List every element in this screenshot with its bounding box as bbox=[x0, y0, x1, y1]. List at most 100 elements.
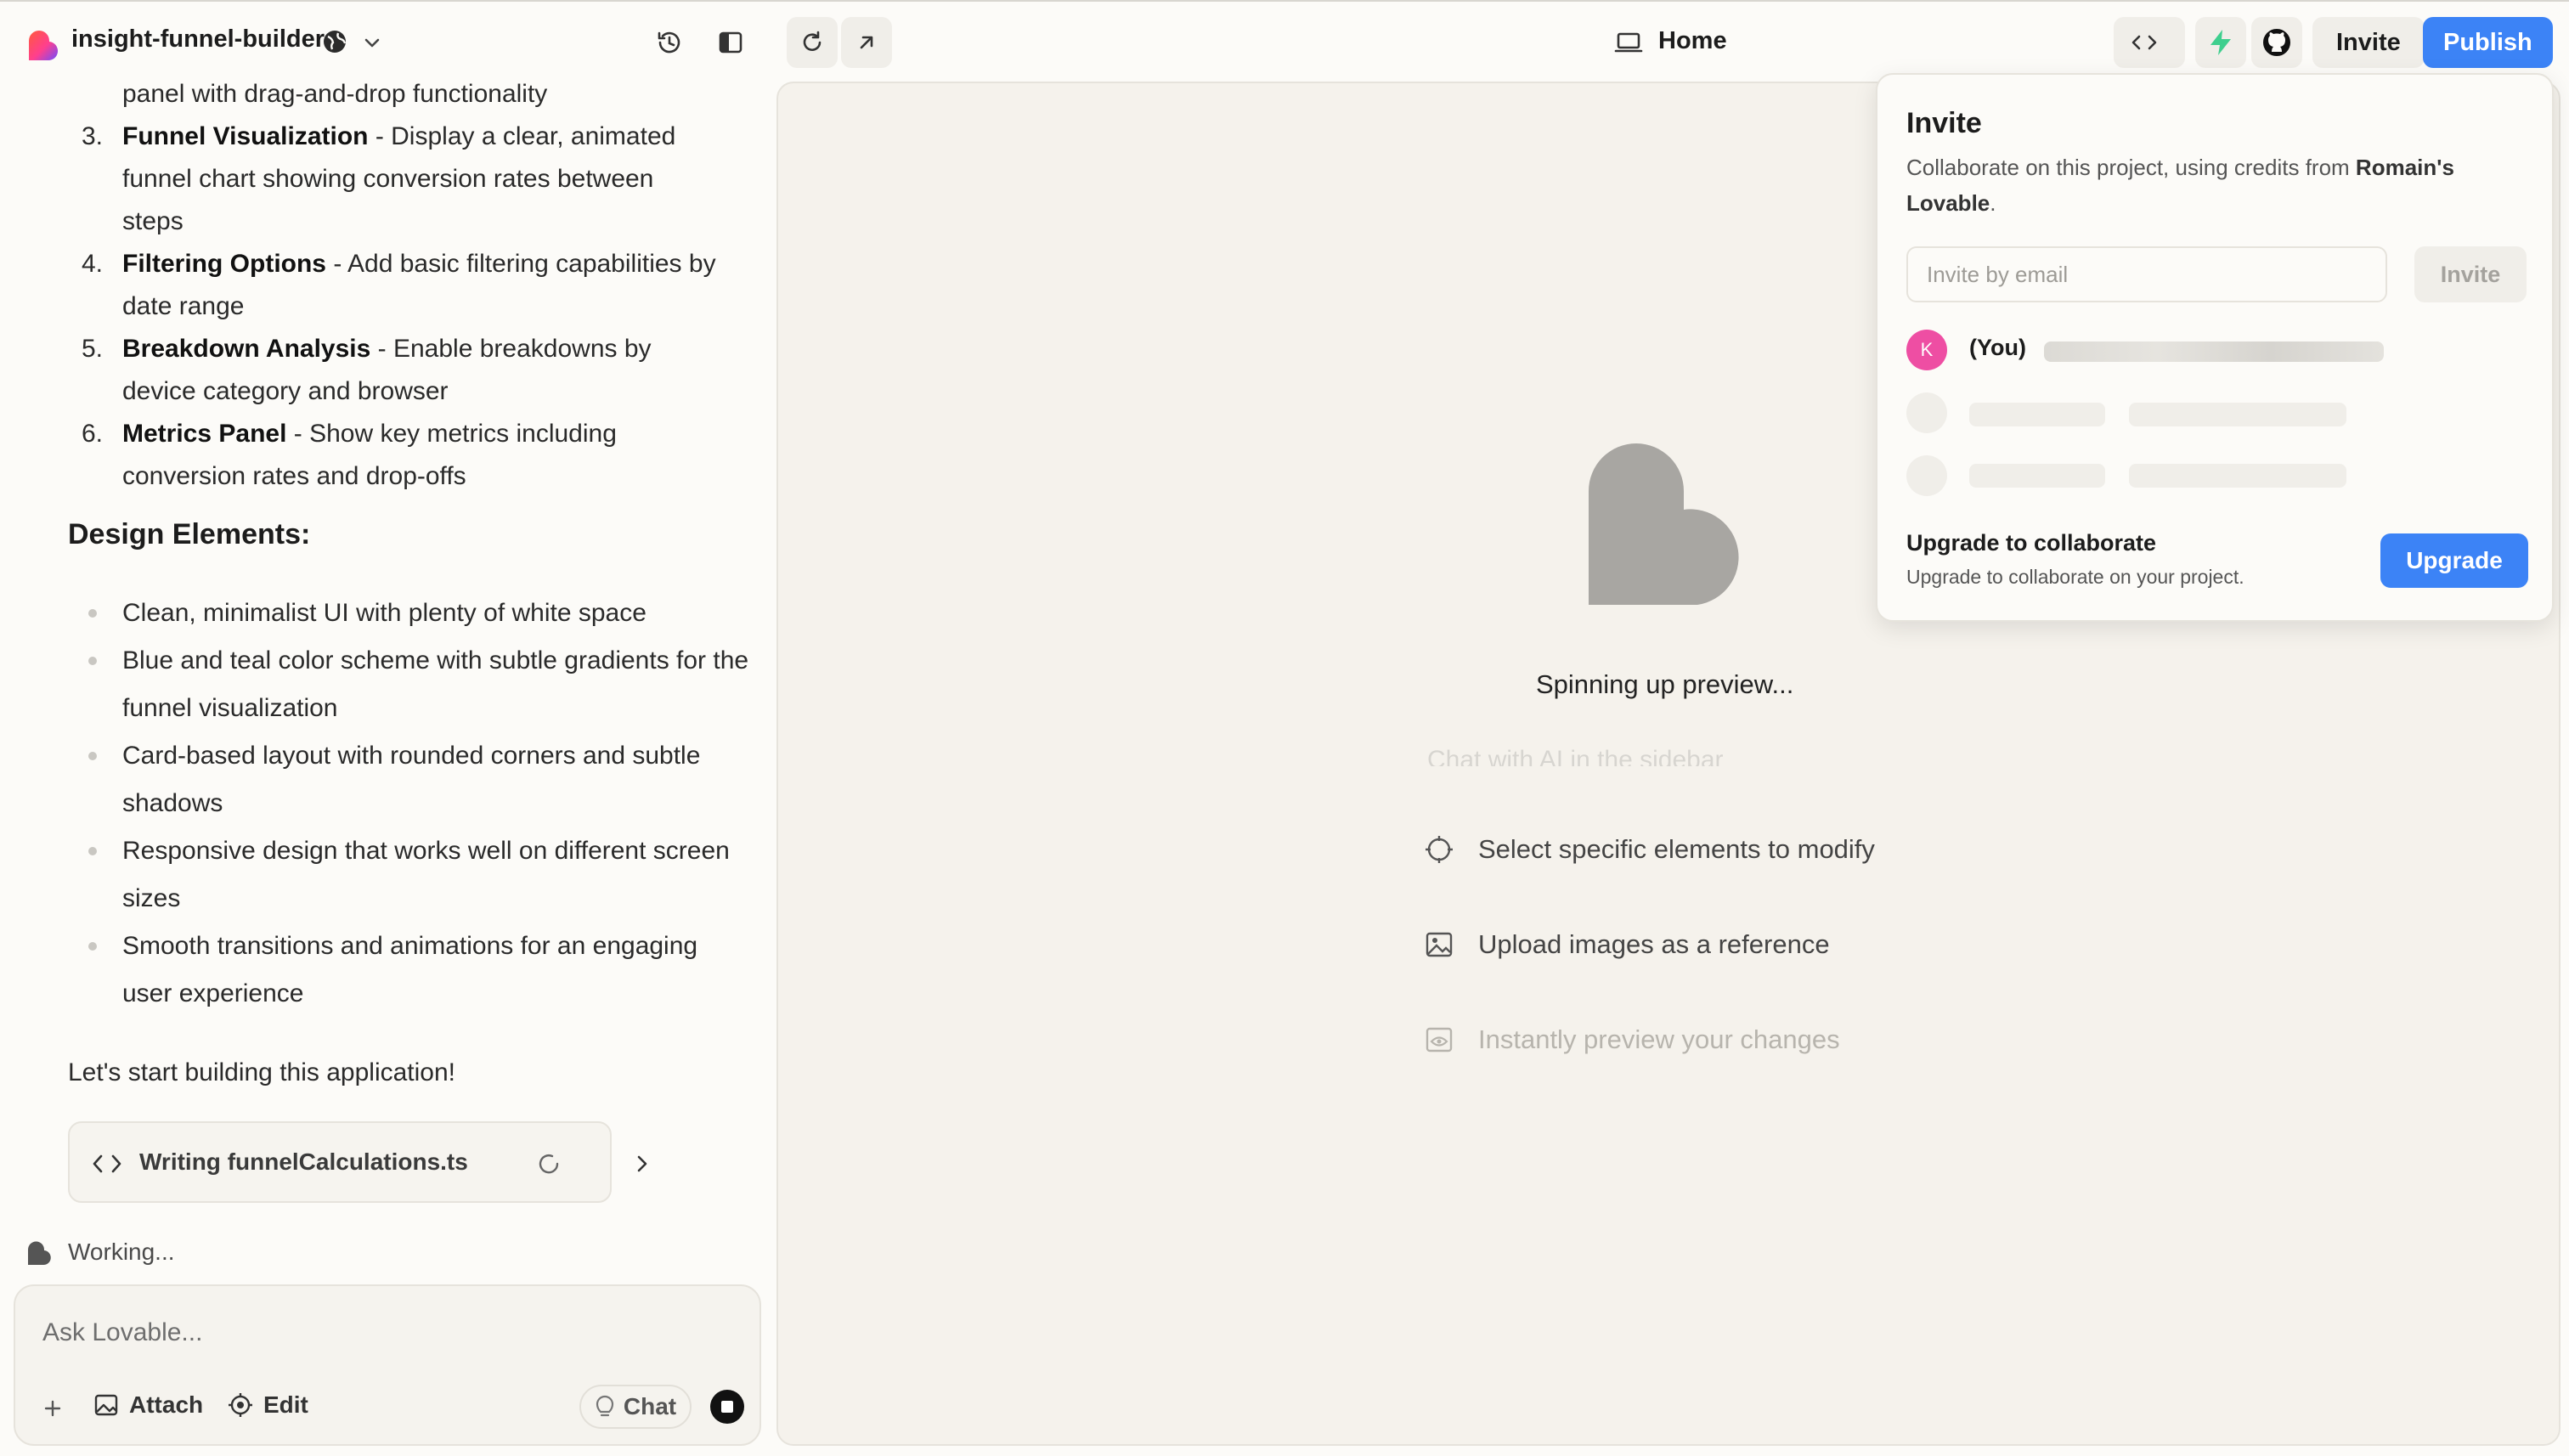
plus-icon[interactable] bbox=[39, 1395, 66, 1422]
refresh-icon bbox=[803, 31, 822, 51]
attach-button[interactable]: Attach bbox=[93, 1391, 203, 1419]
tip-label: Upload images as a reference bbox=[1478, 929, 1830, 959]
lovable-logo-icon[interactable] bbox=[25, 27, 59, 61]
list-number: 3. bbox=[82, 122, 104, 150]
chat-mode-button[interactable]: Chat bbox=[579, 1385, 692, 1429]
preview-route-selector[interactable]: Home bbox=[1658, 27, 1727, 55]
code-icon bbox=[93, 1154, 121, 1173]
chevron-down-icon[interactable] bbox=[360, 31, 384, 54]
tip-instant-preview: Instantly preview your changes bbox=[1424, 1024, 1840, 1055]
sidebar-icon bbox=[719, 31, 742, 54]
chat-composer[interactable]: Ask Lovable... Attach Edit Chat bbox=[14, 1284, 761, 1446]
list-item: Clean, minimalist UI with plenty of whit… bbox=[122, 599, 646, 627]
github-button[interactable] bbox=[2251, 17, 2302, 68]
invite-email-input[interactable]: Invite by email bbox=[1906, 246, 2387, 302]
skeleton-line bbox=[1969, 464, 2105, 488]
bullet-dot bbox=[88, 752, 97, 760]
description-end: . bbox=[1990, 190, 1996, 216]
history-button[interactable] bbox=[644, 17, 695, 68]
working-status: Working... bbox=[68, 1239, 175, 1265]
stop-button[interactable] bbox=[710, 1390, 744, 1424]
laptop-icon bbox=[1614, 32, 1643, 53]
history-icon bbox=[658, 31, 680, 54]
feature-title: Funnel Visualization bbox=[122, 122, 369, 150]
feature-text: steps bbox=[122, 207, 184, 235]
edit-button[interactable]: Edit bbox=[228, 1391, 308, 1419]
list-item: Blue and teal color scheme with subtle g… bbox=[122, 646, 749, 722]
list-item: Breakdown Analysis - Enable breakdowns b… bbox=[122, 328, 652, 370]
tip-label: Select specific elements to modify bbox=[1478, 834, 1875, 864]
chat-line: panel with drag-and-drop functionality bbox=[122, 80, 548, 108]
list-item: Responsive design that works well on dif… bbox=[122, 837, 730, 912]
skeleton-avatar bbox=[1906, 455, 1947, 496]
list-item: Filtering Options - Add basic filtering … bbox=[122, 243, 716, 285]
skeleton-line bbox=[2129, 464, 2346, 488]
faded-tip: Chat with AI in the sidebar bbox=[1427, 746, 1724, 766]
feature-text: date range bbox=[122, 292, 245, 320]
file-activity-label: Writing funnelCalculations.ts bbox=[139, 1148, 468, 1175]
image-icon bbox=[94, 1394, 118, 1416]
code-view-button[interactable] bbox=[2114, 17, 2185, 68]
upgrade-subtitle: Upgrade to collaborate on your project. bbox=[1906, 566, 2244, 588]
invite-button[interactable]: Invite bbox=[2312, 17, 2425, 68]
popover-description: Collaborate on this project, using credi… bbox=[1906, 150, 2518, 221]
avatar: K bbox=[1906, 330, 1947, 370]
tip-label: Instantly preview your changes bbox=[1478, 1024, 1840, 1054]
bullet-dot bbox=[88, 609, 97, 618]
upgrade-button[interactable]: Upgrade bbox=[2380, 533, 2528, 588]
code-icon bbox=[2131, 35, 2157, 50]
feature-title: Metrics Panel bbox=[122, 420, 287, 448]
list-number: 6. bbox=[82, 420, 104, 448]
crosshair-icon bbox=[1426, 836, 1453, 863]
send-invite-button[interactable]: Invite bbox=[2414, 246, 2527, 302]
target-icon bbox=[229, 1393, 252, 1417]
chat-mode-label: Chat bbox=[623, 1393, 677, 1419]
project-name[interactable]: insight-funnel-builder bbox=[71, 25, 325, 54]
feature-text: funnel chart showing conversion rates be… bbox=[122, 165, 654, 193]
list-number: 5. bbox=[82, 335, 104, 363]
popover-title: Invite bbox=[1906, 107, 1982, 139]
publish-button[interactable]: Publish bbox=[2423, 17, 2553, 68]
list-item: Card-based layout with rounded corners a… bbox=[122, 742, 701, 817]
feature-text: device category and browser bbox=[122, 377, 449, 405]
upgrade-title: Upgrade to collaborate bbox=[1906, 530, 2157, 556]
lovable-heart-icon bbox=[1589, 443, 1739, 605]
feature-text: - Add basic filtering capabilities by bbox=[326, 250, 716, 278]
loading-spinner-icon bbox=[539, 1154, 559, 1174]
list-item: Funnel Visualization - Display a clear, … bbox=[122, 116, 675, 158]
eye-icon bbox=[1426, 1027, 1453, 1052]
member-you-label: (You) bbox=[1969, 335, 2026, 360]
bullet-dot bbox=[88, 847, 97, 855]
edit-label: Edit bbox=[263, 1391, 308, 1418]
list-item: Metrics Panel - Show key metrics includi… bbox=[122, 413, 617, 455]
skeleton-avatar bbox=[1906, 392, 1947, 433]
skeleton-line bbox=[2129, 403, 2346, 426]
ask-input[interactable]: Ask Lovable... bbox=[42, 1318, 202, 1347]
feature-text: - Display a clear, animated bbox=[368, 122, 676, 150]
tip-select-elements: Select specific elements to modify bbox=[1424, 834, 1875, 865]
github-icon bbox=[2263, 29, 2290, 56]
supabase-button[interactable] bbox=[2195, 17, 2246, 68]
open-in-new-tab-button[interactable] bbox=[841, 17, 892, 68]
feature-text: conversion rates and drop-offs bbox=[122, 462, 466, 490]
preview-status: Spinning up preview... bbox=[1536, 669, 1794, 699]
redacted-email bbox=[2044, 341, 2384, 362]
invite-popover: Invite Collaborate on this project, usin… bbox=[1876, 73, 2554, 622]
tip-upload-images: Upload images as a reference bbox=[1424, 929, 1830, 960]
feature-title: Filtering Options bbox=[122, 250, 326, 278]
feature-title: Breakdown Analysis bbox=[122, 335, 371, 363]
toggle-sidebar-button[interactable] bbox=[705, 17, 756, 68]
skeleton-line bbox=[1969, 403, 2105, 426]
chevron-right-icon bbox=[637, 1155, 647, 1172]
section-heading: Design Elements: bbox=[68, 518, 311, 550]
list-item: Smooth transitions and animations for an… bbox=[122, 932, 698, 1007]
attach-label: Attach bbox=[129, 1391, 204, 1418]
arrow-up-right-icon bbox=[860, 36, 873, 49]
refresh-preview-button[interactable] bbox=[787, 17, 838, 68]
feature-text: - Show key metrics including bbox=[286, 420, 617, 448]
list-number: 4. bbox=[82, 250, 104, 278]
globe-icon[interactable] bbox=[321, 28, 348, 55]
lovable-heart-icon bbox=[28, 1241, 51, 1266]
closing-message: Let's start building this application! bbox=[68, 1058, 455, 1086]
file-activity-card[interactable]: Writing funnelCalculations.ts bbox=[68, 1121, 647, 1203]
